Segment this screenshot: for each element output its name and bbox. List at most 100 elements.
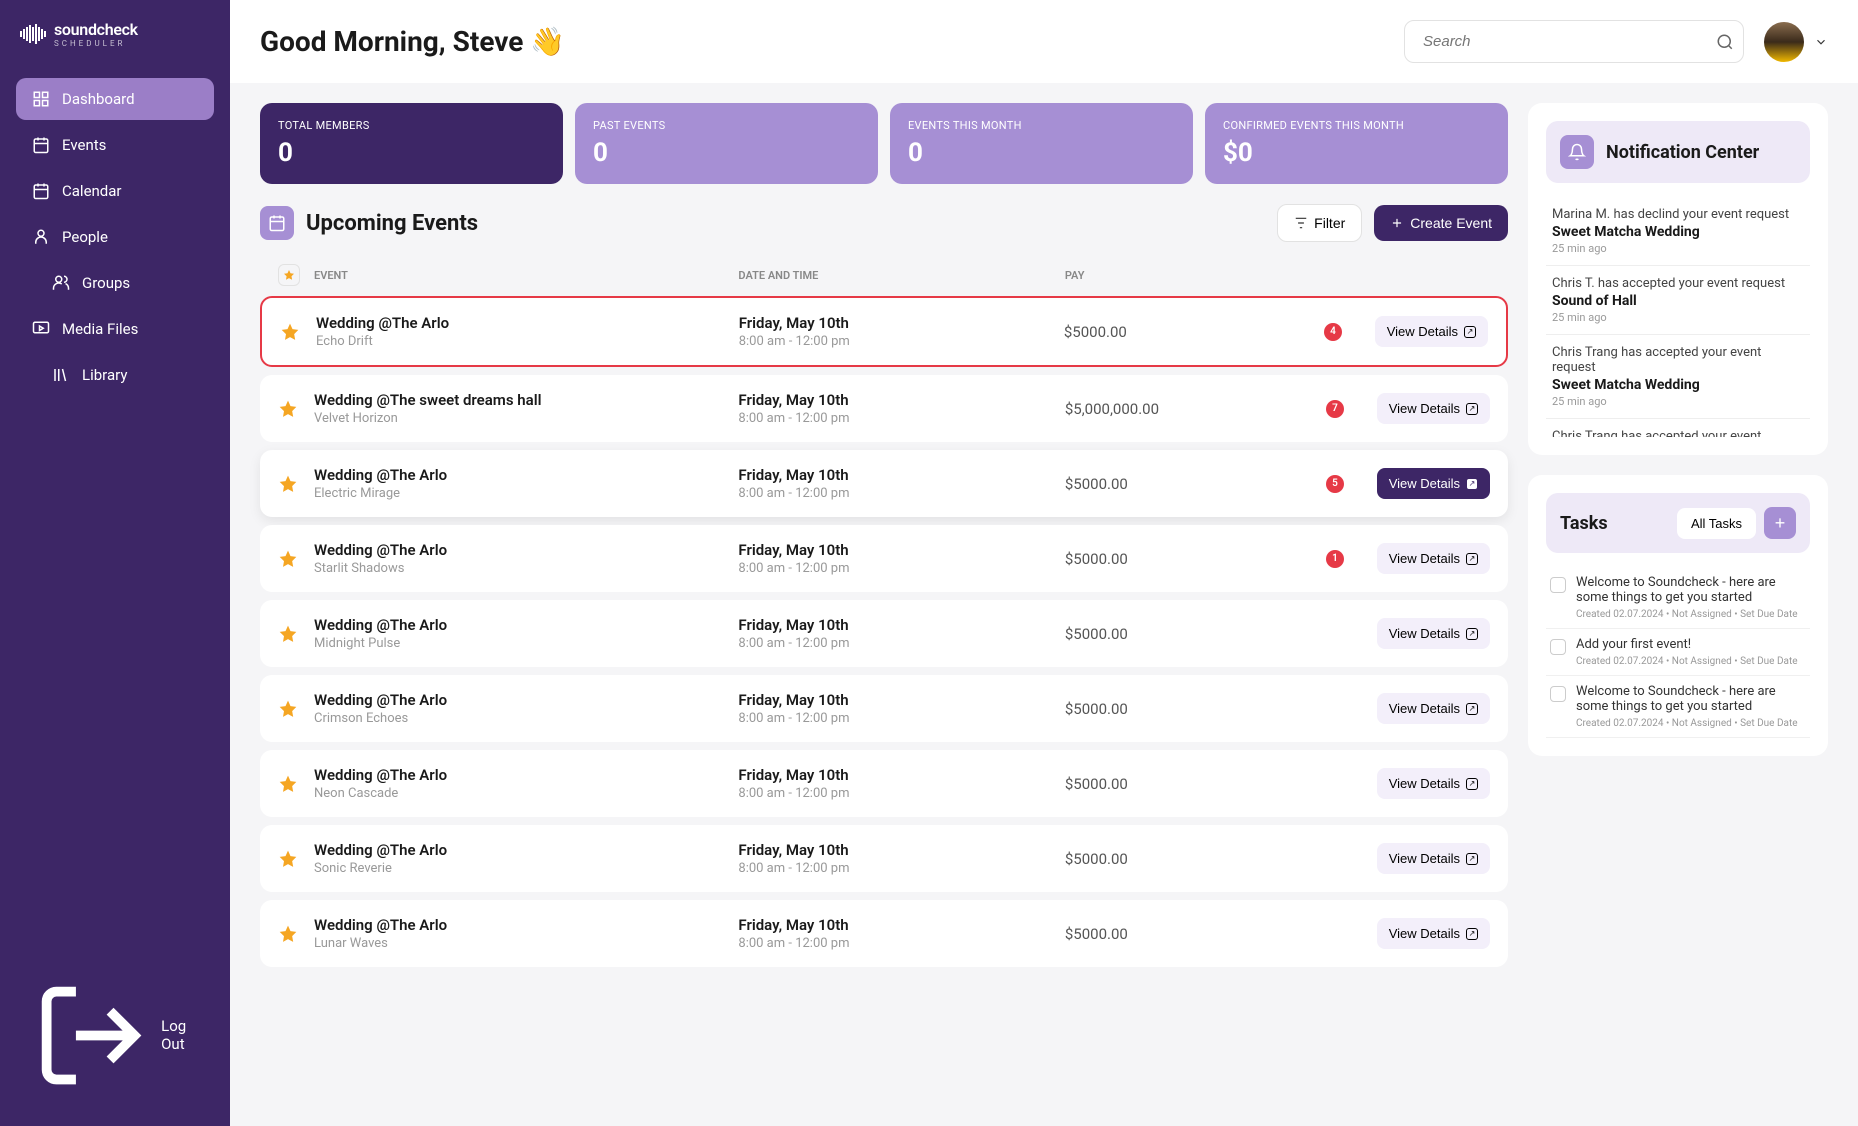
search-input[interactable] — [1404, 20, 1744, 63]
arrow-icon: ↗ — [1464, 326, 1476, 338]
notification-badge: 7 — [1326, 400, 1344, 418]
notification-item[interactable]: Chris Trang has accepted your event requ… — [1546, 419, 1810, 437]
sidebar-item-dashboard[interactable]: Dashboard — [16, 78, 214, 120]
notification-text: Marina M. has declind your event request — [1552, 207, 1804, 222]
task-text: Welcome to Soundcheck - here are some th… — [1576, 684, 1806, 714]
col-pay-label: PAY — [1065, 269, 1326, 282]
sidebar-item-events[interactable]: Events — [16, 124, 214, 166]
arrow-icon: ↗ — [1466, 778, 1478, 790]
view-details-button[interactable]: View Details ↗ — [1377, 693, 1490, 724]
star-icon[interactable] — [280, 322, 316, 342]
event-row[interactable]: Wedding @The ArloLunar Waves Friday, May… — [260, 900, 1508, 967]
event-pay: $5,000,000.00 — [1065, 400, 1326, 418]
sidebar-item-people[interactable]: People — [16, 216, 214, 258]
star-icon[interactable] — [278, 624, 314, 644]
event-row[interactable]: Wedding @The ArloElectric Mirage Friday,… — [260, 450, 1508, 517]
all-tasks-button[interactable]: All Tasks — [1677, 508, 1756, 539]
notification-item[interactable]: Marina M. has declind your event request… — [1546, 197, 1810, 266]
view-details-button[interactable]: View Details ↗ — [1377, 468, 1490, 499]
view-details-button[interactable]: View Details ↗ — [1377, 768, 1490, 799]
view-details-button[interactable]: View Details ↗ — [1377, 543, 1490, 574]
event-sub: Starlit Shadows — [314, 561, 738, 576]
upcoming-header: Upcoming Events Filter Create Event — [260, 204, 1508, 242]
stat-value: 0 — [593, 138, 860, 168]
calendar-icon — [260, 206, 294, 240]
logout-label: Log Out — [161, 1017, 198, 1053]
task-text: Welcome to Soundcheck - here are some th… — [1576, 575, 1806, 605]
events-icon — [32, 136, 50, 154]
view-details-button[interactable]: View Details ↗ — [1375, 316, 1488, 347]
star-icon[interactable] — [278, 399, 314, 419]
nav-label: Groups — [82, 274, 130, 292]
stat-value: $0 — [1223, 138, 1490, 168]
create-event-button[interactable]: Create Event — [1374, 205, 1508, 241]
user-menu[interactable] — [1764, 22, 1828, 62]
stat-label: EVENTS THIS MONTH — [908, 119, 1175, 132]
logout-button[interactable]: Log Out — [0, 965, 230, 1106]
notification-text: Chris Trang has accepted your event requ… — [1552, 345, 1804, 375]
dashboard-icon — [32, 90, 50, 108]
stats-row: TOTAL MEMBERS0PAST EVENTS0EVENTS THIS MO… — [260, 103, 1508, 184]
header-star-icon[interactable] — [278, 264, 300, 286]
event-row[interactable]: Wedding @The ArloEcho Drift Friday, May … — [260, 296, 1508, 367]
add-task-button[interactable]: + — [1764, 507, 1796, 539]
view-details-button[interactable]: View Details ↗ — [1377, 843, 1490, 874]
event-row[interactable]: Wedding @The ArloStarlit Shadows Friday,… — [260, 525, 1508, 592]
star-icon[interactable] — [278, 849, 314, 869]
star-icon[interactable] — [278, 924, 314, 944]
notification-panel: Notification Center Marina M. has declin… — [1528, 103, 1828, 455]
event-name: Wedding @The Arlo — [314, 841, 738, 859]
task-checkbox[interactable] — [1550, 577, 1566, 593]
main: Good Morning, Steve 👋 TOTAL MEMBERS0PAST… — [230, 0, 1858, 1126]
task-checkbox[interactable] — [1550, 639, 1566, 655]
event-sub: Sonic Reverie — [314, 861, 738, 876]
arrow-icon: ↗ — [1466, 628, 1478, 640]
notification-item[interactable]: Chris Trang has accepted your event requ… — [1546, 335, 1810, 419]
event-date: Friday, May 10th — [738, 616, 1064, 634]
view-details-button[interactable]: View Details ↗ — [1377, 618, 1490, 649]
people-icon — [32, 228, 50, 246]
filter-button[interactable]: Filter — [1277, 204, 1362, 242]
filter-icon — [1294, 216, 1308, 230]
event-row[interactable]: Wedding @The ArloMidnight Pulse Friday, … — [260, 600, 1508, 667]
sidebar-item-groups[interactable]: Groups — [16, 262, 214, 304]
sidebar-item-calendar[interactable]: Calendar — [16, 170, 214, 212]
search-button[interactable] — [1716, 33, 1734, 51]
star-icon[interactable] — [278, 549, 314, 569]
event-date: Friday, May 10th — [738, 391, 1064, 409]
greeting: Good Morning, Steve 👋 — [260, 25, 565, 58]
event-sub: Lunar Waves — [314, 936, 738, 951]
event-pay: $5000.00 — [1065, 850, 1326, 868]
star-icon[interactable] — [278, 474, 314, 494]
logo[interactable]: soundcheck SCHEDULER — [0, 20, 230, 78]
star-icon[interactable] — [278, 774, 314, 794]
notification-item[interactable]: Chris T. has accepted your event request… — [1546, 266, 1810, 335]
event-pay: $5000.00 — [1065, 925, 1326, 943]
stat-label: TOTAL MEMBERS — [278, 119, 545, 132]
event-row[interactable]: Wedding @The sweet dreams hallVelvet Hor… — [260, 375, 1508, 442]
task-checkbox[interactable] — [1550, 686, 1566, 702]
event-row[interactable]: Wedding @The ArloNeon Cascade Friday, Ma… — [260, 750, 1508, 817]
task-item[interactable]: Welcome to Soundcheck - here are some th… — [1546, 676, 1810, 738]
view-details-button[interactable]: View Details ↗ — [1377, 918, 1490, 949]
stat-card: EVENTS THIS MONTH 0 — [890, 103, 1193, 184]
col-date-label: DATE AND TIME — [738, 269, 1064, 282]
event-time: 8:00 am - 12:00 pm — [738, 561, 1064, 576]
task-meta: Created 02.07.2024 • Not Assigned • Set … — [1576, 656, 1798, 667]
task-item[interactable]: Add your first event!Created 02.07.2024 … — [1546, 629, 1810, 676]
stat-value: 0 — [908, 138, 1175, 168]
event-time: 8:00 am - 12:00 pm — [738, 861, 1064, 876]
event-row[interactable]: Wedding @The ArloSonic Reverie Friday, M… — [260, 825, 1508, 892]
task-item[interactable]: Welcome to Soundcheck - here are some th… — [1546, 567, 1810, 629]
event-sub: Electric Mirage — [314, 486, 738, 501]
notification-badge: 5 — [1326, 475, 1344, 493]
star-icon[interactable] — [278, 699, 314, 719]
sidebar-item-library[interactable]: Library — [16, 354, 214, 396]
sidebar-item-media-files[interactable]: Media Files — [16, 308, 214, 350]
view-details-button[interactable]: View Details ↗ — [1377, 393, 1490, 424]
arrow-icon: ↗ — [1466, 478, 1478, 490]
event-row[interactable]: Wedding @The ArloCrimson Echoes Friday, … — [260, 675, 1508, 742]
event-date: Friday, May 10th — [738, 541, 1064, 559]
event-time: 8:00 am - 12:00 pm — [738, 636, 1064, 651]
arrow-icon: ↗ — [1466, 853, 1478, 865]
